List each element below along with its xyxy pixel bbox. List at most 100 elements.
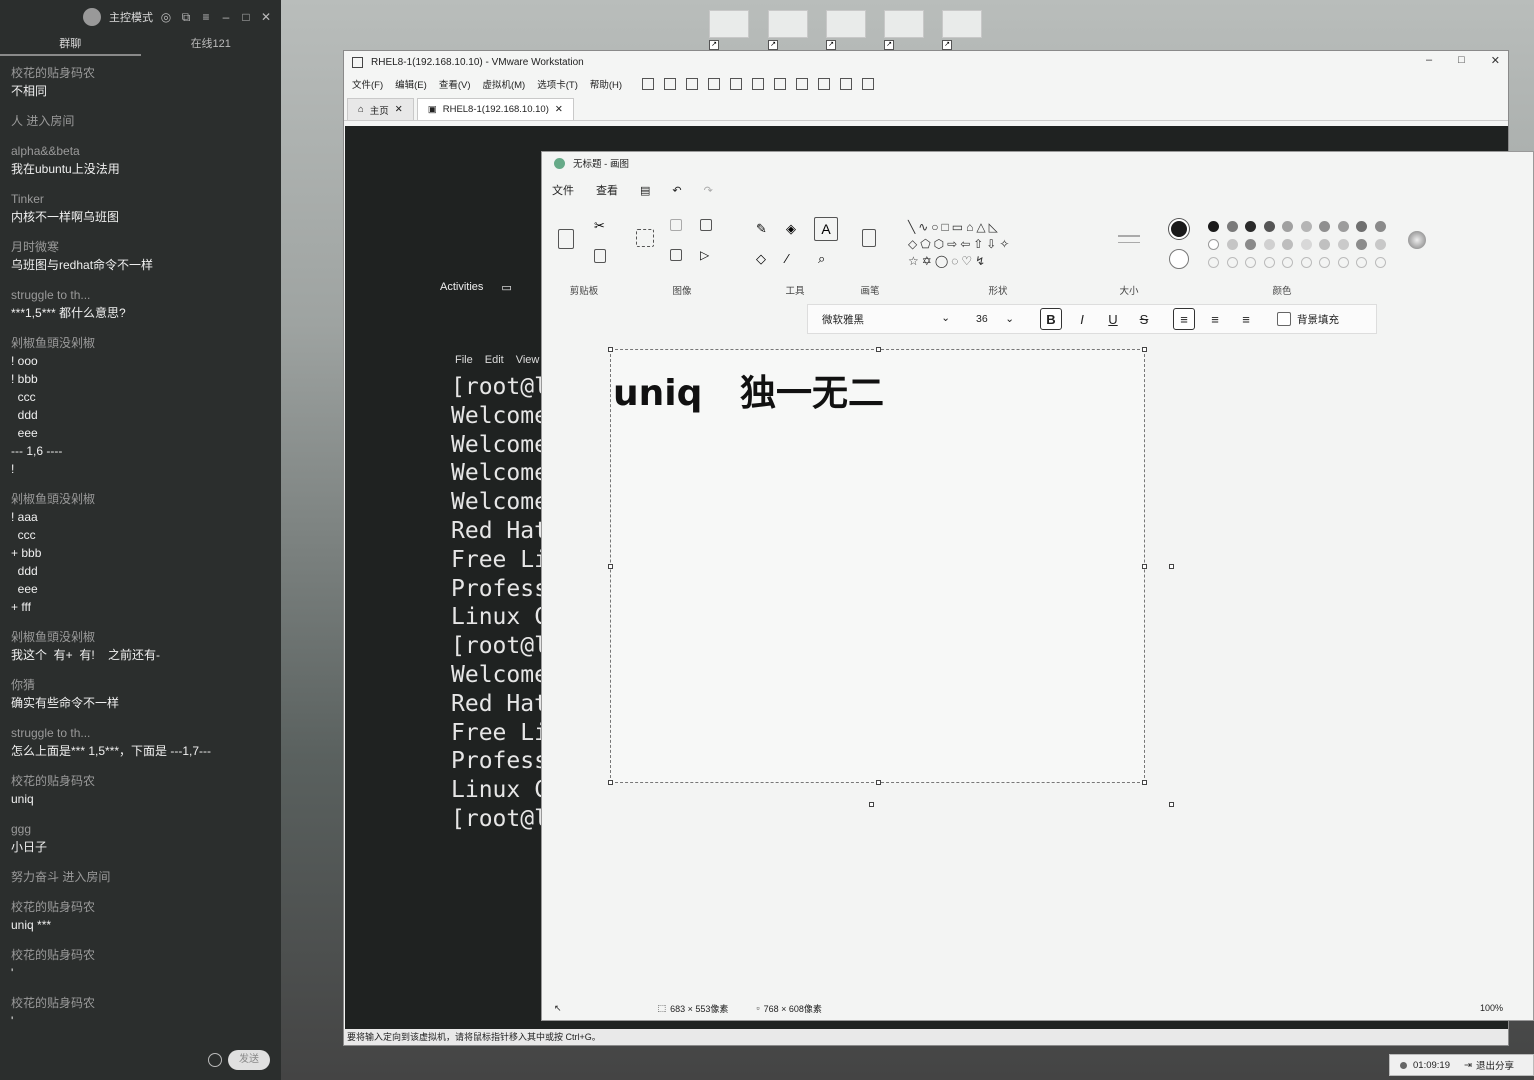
undo-icon[interactable]: ↶ — [672, 184, 681, 197]
message-sender[interactable]: 校花的贴身码农 — [11, 64, 270, 82]
palette-color[interactable] — [1245, 239, 1256, 250]
canvas-text[interactable]: uniq 独一无二 — [613, 364, 884, 416]
message-sender[interactable]: 剁椒鱼頭没剁椒 — [11, 490, 270, 508]
palette-color[interactable] — [1226, 239, 1238, 250]
custom-color-slot[interactable] — [1245, 257, 1256, 268]
activities-button[interactable]: Activities — [440, 281, 483, 294]
paint-menu-file[interactable]: 文件 — [552, 182, 574, 198]
bold-button[interactable]: B — [1040, 308, 1062, 330]
menu-tabs[interactable]: 选项卡(T) — [537, 77, 578, 91]
palette-color[interactable] — [1282, 239, 1293, 250]
menu-file[interactable]: 文件(F) — [352, 77, 383, 91]
message-sender[interactable]: 校花的贴身码农 — [11, 772, 270, 790]
desktop-shortcut[interactable]: ↗ — [942, 10, 986, 50]
desktop-shortcut[interactable]: ↗ — [826, 10, 870, 50]
zoom-level[interactable]: 100% — [1480, 1003, 1503, 1013]
stretch-icon[interactable] — [862, 78, 875, 90]
save-icon[interactable]: ▤ — [640, 184, 650, 197]
paste-icon[interactable] — [558, 229, 574, 249]
text-tool-icon[interactable]: A — [814, 217, 838, 241]
tab-home[interactable]: ⌂ 主页 ✕ — [347, 98, 414, 120]
palette-color[interactable] — [1319, 221, 1330, 232]
revert-snapshot-icon[interactable] — [708, 78, 721, 90]
resize-handle[interactable] — [1142, 347, 1147, 352]
tab-group-chat[interactable]: 群聊 — [0, 34, 141, 56]
snapshot-icon[interactable] — [686, 78, 699, 90]
emoji-icon[interactable] — [208, 1053, 222, 1067]
custom-color-slot[interactable] — [1282, 257, 1293, 268]
menu-vm[interactable]: 虚拟机(M) — [482, 77, 525, 91]
snapshot-manager-icon[interactable] — [730, 78, 743, 90]
message-sender[interactable]: struggle to th... — [11, 724, 270, 742]
align-center-button[interactable]: ≡ — [1204, 308, 1226, 330]
canvas-resize-handle[interactable] — [1169, 564, 1174, 569]
custom-color-slot[interactable] — [1263, 257, 1275, 268]
pencil-icon[interactable]: ✎ — [756, 221, 772, 237]
tab-vm[interactable]: ▣ RHEL8-1(192.168.10.10) ✕ — [416, 98, 574, 120]
desktop-shortcut[interactable]: ↗ — [884, 10, 928, 50]
message-sender[interactable]: alpha&&beta — [11, 142, 270, 160]
font-select[interactable]: 微软雅黑 ⌄ — [808, 312, 958, 327]
message-sender[interactable]: ggg — [11, 820, 270, 838]
palette-color[interactable] — [1263, 239, 1275, 250]
console-icon[interactable] — [840, 78, 853, 90]
menu-edit[interactable]: 编辑(E) — [395, 77, 427, 91]
library-icon[interactable] — [752, 78, 765, 90]
edit-colors-icon[interactable] — [1408, 231, 1426, 249]
menu-view[interactable]: 查看(V) — [439, 77, 471, 91]
message-sender[interactable]: Tinker — [11, 190, 270, 208]
menu-icon[interactable]: ≡ — [199, 10, 213, 24]
menu-help[interactable]: 帮助(H) — [590, 77, 622, 91]
close-icon[interactable]: ✕ — [1491, 54, 1500, 67]
term-menu-view[interactable]: View — [516, 354, 540, 366]
palette-color[interactable] — [1208, 221, 1219, 232]
message-sender[interactable]: 校花的贴身码农 — [11, 946, 270, 964]
palette-color[interactable] — [1356, 239, 1367, 250]
custom-color-slot[interactable] — [1356, 257, 1367, 268]
maximize-icon[interactable]: □ — [1458, 54, 1465, 67]
brush-icon[interactable] — [862, 229, 876, 247]
maximize-icon[interactable]: □ — [239, 10, 253, 24]
minimize-icon[interactable]: – — [1426, 54, 1432, 67]
color1-swatch[interactable] — [1169, 219, 1189, 239]
crop-icon[interactable] — [670, 219, 682, 231]
paint-canvas[interactable]: uniq 独一无二 — [608, 347, 1147, 785]
select-icon[interactable] — [636, 229, 654, 247]
shapes-gallery[interactable]: ╲∿○□▭⌂△◺ ◇⬠⬡⇨⇦⇧⇩✧ ☆✡◯◌♡↯ — [908, 219, 1012, 270]
palette-color[interactable] — [1337, 239, 1349, 250]
desktop-shortcut[interactable]: ↗ — [768, 10, 812, 50]
custom-color-slot[interactable] — [1319, 257, 1330, 268]
custom-color-slot[interactable] — [1337, 257, 1349, 268]
rotate-icon[interactable] — [700, 219, 712, 231]
underline-button[interactable]: U — [1102, 308, 1124, 330]
palette-color[interactable] — [1300, 239, 1312, 250]
font-size-select[interactable]: 36 ⌄ — [966, 313, 1022, 325]
pause-icon[interactable] — [642, 78, 655, 90]
close-icon[interactable]: ✕ — [259, 10, 273, 24]
custom-color-slot[interactable] — [1208, 257, 1219, 268]
fullscreen-icon[interactable] — [796, 78, 809, 90]
background-fill-checkbox[interactable] — [1277, 312, 1291, 326]
palette-color[interactable] — [1226, 221, 1238, 232]
send-keys-icon[interactable] — [664, 78, 677, 90]
fill-icon[interactable]: ◈ — [786, 221, 802, 237]
resize-handle[interactable] — [876, 347, 881, 352]
palette-color[interactable] — [1282, 221, 1293, 232]
color2-swatch[interactable] — [1169, 249, 1189, 269]
tab-online[interactable]: 在线121 — [141, 34, 282, 56]
magnifier-icon[interactable]: ⌕ — [818, 251, 834, 267]
palette-color[interactable] — [1208, 239, 1219, 250]
resize-handle[interactable] — [608, 347, 613, 352]
palette-color[interactable] — [1374, 239, 1386, 250]
color-picker-icon[interactable]: ⁄ — [786, 251, 802, 267]
eraser-icon[interactable]: ◇ — [756, 251, 772, 267]
term-menu-edit[interactable]: Edit — [485, 354, 504, 366]
resize-handle[interactable] — [876, 780, 881, 785]
message-sender[interactable]: 校花的贴身码农 — [11, 898, 270, 916]
term-menu-file[interactable]: File — [455, 354, 473, 366]
palette-color[interactable] — [1337, 221, 1349, 232]
minimize-icon[interactable]: – — [219, 10, 233, 24]
palette-color[interactable] — [1245, 221, 1256, 232]
palette-color[interactable] — [1263, 221, 1275, 232]
palette-color[interactable] — [1319, 239, 1330, 250]
